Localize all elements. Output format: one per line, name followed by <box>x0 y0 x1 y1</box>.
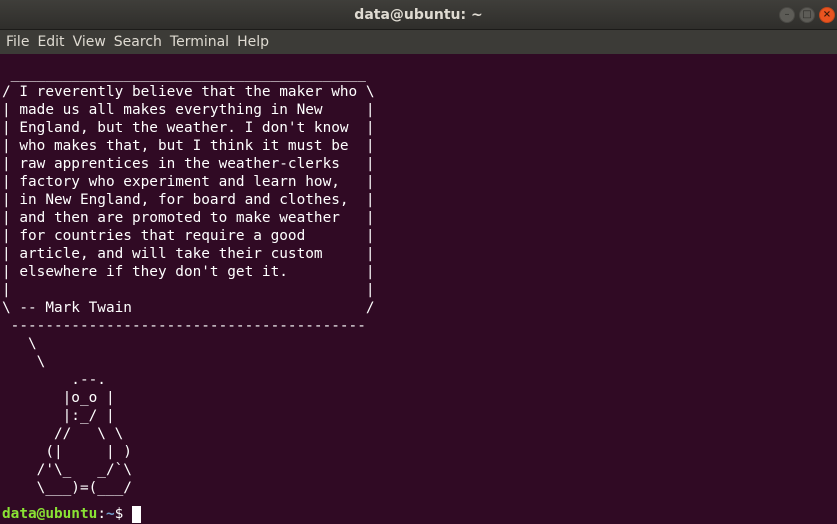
prompt-line[interactable]: data@ubuntu: ~ $ <box>2 505 142 523</box>
title-bar[interactable]: data@ubuntu: ~ – □ × <box>0 0 837 30</box>
menu-file[interactable]: File <box>2 30 33 54</box>
text-cursor <box>132 505 142 523</box>
maximize-button[interactable]: □ <box>799 7 815 23</box>
minimize-button[interactable]: – <box>779 7 795 23</box>
minimize-icon: – <box>784 9 790 20</box>
prompt-user-host: data@ubuntu <box>2 506 98 522</box>
close-icon: × <box>822 9 832 20</box>
terminal-area[interactable]: ________________________________________… <box>0 54 837 524</box>
menu-edit[interactable]: Edit <box>33 30 68 54</box>
menu-view[interactable]: View <box>69 30 110 54</box>
terminal-output: ________________________________________… <box>2 66 375 496</box>
maximize-icon: □ <box>802 9 812 20</box>
menu-bar: File Edit View Search Terminal Help <box>0 30 837 54</box>
menu-terminal[interactable]: Terminal <box>166 30 233 54</box>
menu-help[interactable]: Help <box>233 30 273 54</box>
close-button[interactable]: × <box>819 7 835 23</box>
prompt-separator: : <box>97 506 106 522</box>
terminal-window: data@ubuntu: ~ – □ × File Edit View Sear… <box>0 0 837 524</box>
menu-search[interactable]: Search <box>110 30 166 54</box>
prompt-symbol: $ <box>114 506 124 522</box>
window-title: data@ubuntu: ~ <box>354 7 483 23</box>
prompt-path: ~ <box>105 506 115 522</box>
